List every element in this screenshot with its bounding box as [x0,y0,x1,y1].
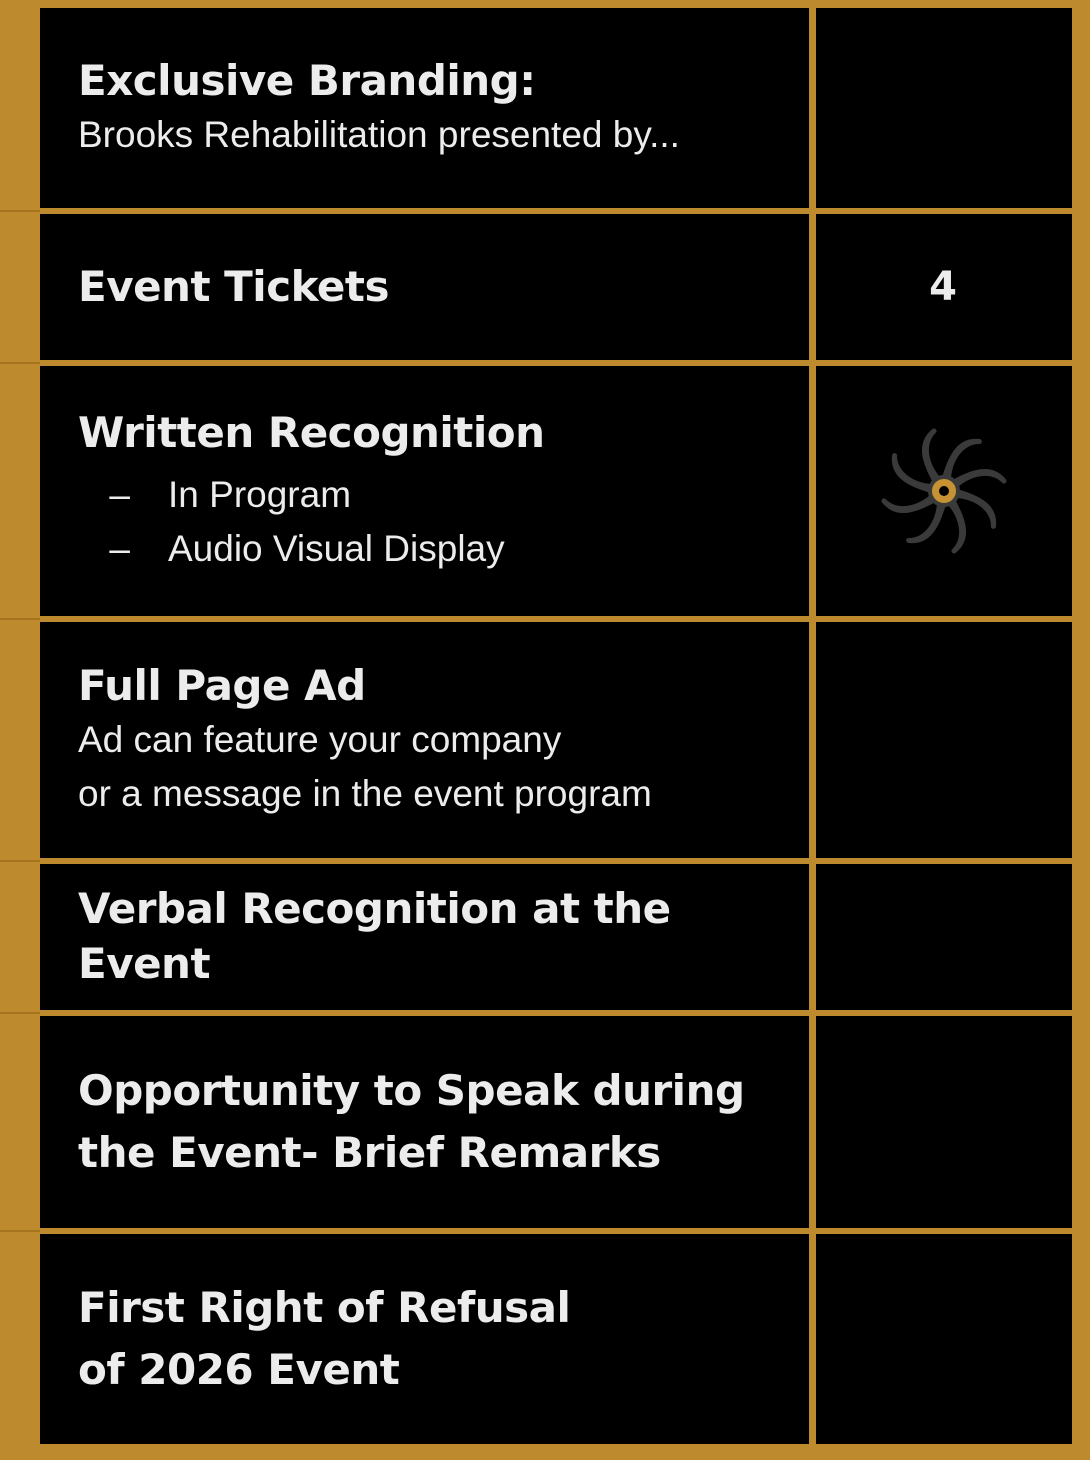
value-cell: 4 [816,214,1072,360]
border-tick [0,618,40,620]
benefit-title-line: of 2026 Event [78,1345,400,1394]
benefit-cell: Verbal Recognition at the Event [40,864,809,1010]
value-cell [816,1234,1072,1444]
value-cell [816,864,1072,1010]
border-tick [0,1230,40,1232]
table-row: Written Recognition – In Program – Audio… [0,366,1090,616]
list-item-text: Audio Visual Display [168,528,505,570]
table-row: Exclusive Branding: Brooks Rehabilitatio… [0,8,1090,208]
table-row: First Right of Refusal of 2026 Event [0,1234,1090,1444]
benefit-cell: First Right of Refusal of 2026 Event [40,1234,809,1444]
table-row: Opportunity to Speak during the Event- B… [0,1016,1090,1228]
list-item: – In Program [78,468,809,522]
border-tick [0,1012,40,1014]
benefit-title: Event Tickets [78,261,389,311]
benefit-title: Written Recognition [78,407,545,457]
benefit-title: Exclusive Branding: [78,55,536,105]
benefit-cell: Full Page Ad Ad can feature your company… [40,622,809,858]
list-bullet: – [109,474,130,516]
list-item-text: In Program [168,474,352,516]
benefit-subtitle-line: Ad can feature your company [78,719,562,761]
benefit-title: Full Page Ad [78,660,366,710]
benefit-title-line: the Event- Brief Remarks [78,1128,661,1177]
table-row: Full Page Ad Ad can feature your company… [0,622,1090,858]
swirl-center [939,486,949,496]
border-tick [0,362,40,364]
list-item: – Audio Visual Display [78,522,809,576]
benefit-list: – In Program – Audio Visual Display [78,468,809,576]
benefit-title-line: Opportunity to Speak during [78,1066,745,1115]
benefit-cell: Event Tickets [40,214,809,360]
border-tick [0,860,40,862]
benefit-subtitle: Brooks Rehabilitation presented by... [78,114,680,156]
swirl-badge-icon [874,421,1014,561]
border-tick [0,210,40,212]
table-row: Event Tickets 4 [0,214,1090,360]
list-bullet: – [109,528,130,570]
benefit-cell: Opportunity to Speak during the Event- B… [40,1016,809,1228]
benefits-table: Exclusive Branding: Brooks Rehabilitatio… [0,0,1090,1460]
value-cell [816,1016,1072,1228]
benefit-title-line: First Right of Refusal [78,1283,571,1332]
value-cell [816,8,1072,208]
value-cell [816,622,1072,858]
benefit-subtitle-line: or a message in the event program [78,773,652,815]
benefit-title: Verbal Recognition at the Event [78,884,671,988]
ticket-count: 4 [929,264,957,310]
benefit-cell: Written Recognition – In Program – Audio… [40,366,809,616]
value-cell [816,366,1072,616]
table-row: Verbal Recognition at the Event [0,864,1090,1010]
benefit-cell: Exclusive Branding: Brooks Rehabilitatio… [40,8,809,208]
